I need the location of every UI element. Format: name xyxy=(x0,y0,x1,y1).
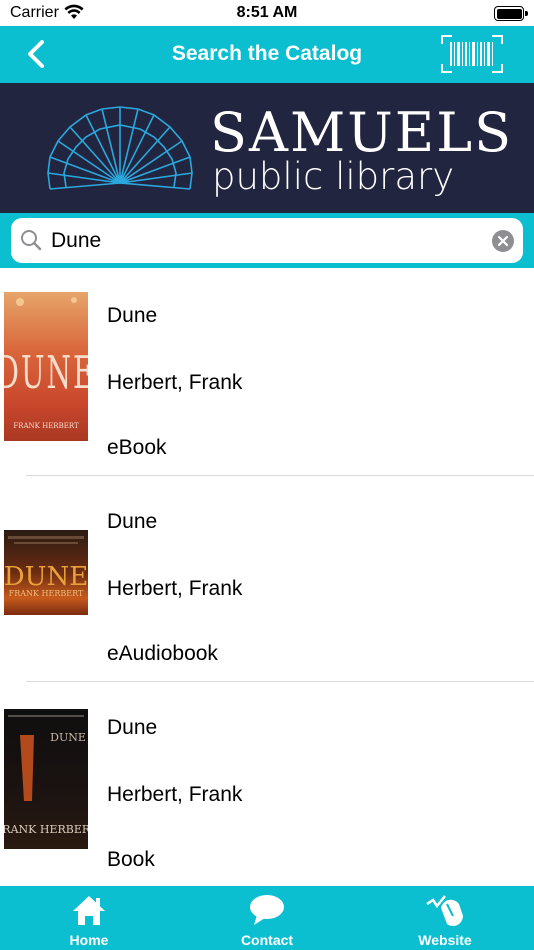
library-name: SAMUELS xyxy=(210,101,514,164)
result-format: eBook xyxy=(107,436,167,459)
status-time: 8:51 AM xyxy=(236,4,298,21)
chat-bubble-icon xyxy=(178,894,356,931)
svg-text:DUNE: DUNE xyxy=(4,562,88,592)
list-item[interactable]: DUNE FRANK HERBERT Dune Herbert, Frank e… xyxy=(0,268,534,476)
result-format: Book xyxy=(107,848,155,871)
clear-search-icon[interactable] xyxy=(492,230,514,252)
mouse-pointer-icon xyxy=(356,894,534,931)
svg-text:DUNE: DUNE xyxy=(4,346,88,399)
svg-text:FRANK HERBERT: FRANK HERBERT xyxy=(9,589,84,598)
svg-text:FRANK HERBERT: FRANK HERBERT xyxy=(4,823,88,836)
barcode-icon xyxy=(441,35,503,73)
result-title: Dune xyxy=(107,716,158,739)
library-banner: SAMUELS public library xyxy=(0,83,534,213)
library-subtitle: public library xyxy=(212,155,455,198)
search-bar xyxy=(0,213,534,268)
svg-text:FRANK HERBERT: FRANK HERBERT xyxy=(13,422,79,430)
result-author: Herbert, Frank xyxy=(107,783,243,806)
book-cover-image: DUNE FRANK HERBERT xyxy=(4,292,88,441)
battery-icon xyxy=(494,6,528,21)
result-title: Dune xyxy=(107,304,158,327)
search-icon xyxy=(20,229,42,256)
svg-text:DUNE: DUNE xyxy=(50,731,86,744)
tab-label: Contact xyxy=(240,932,294,948)
result-title: Dune xyxy=(107,510,158,533)
search-field[interactable] xyxy=(11,218,523,263)
tab-contact[interactable]: Contact xyxy=(178,886,356,950)
list-item[interactable]: DUNE FRANK HERBERT Dune Herbert, Frank e… xyxy=(0,474,534,682)
tab-home[interactable]: Home xyxy=(0,886,178,950)
book-cover-image: DUNE FRANK HERBERT xyxy=(4,530,88,615)
list-item[interactable]: DUNE FRANK HERBERT Dune Herbert, Frank B… xyxy=(0,680,534,886)
home-icon xyxy=(0,894,178,931)
navigation-bar: Search the Catalog xyxy=(0,26,534,83)
results-list: DUNE FRANK HERBERT Dune Herbert, Frank e… xyxy=(0,268,534,886)
tab-label: Home xyxy=(69,932,109,948)
tab-label: Website xyxy=(418,932,472,948)
result-author: Herbert, Frank xyxy=(107,371,243,394)
barcode-scan-button[interactable] xyxy=(440,34,504,74)
result-author: Herbert, Frank xyxy=(107,577,243,600)
library-logo-icon xyxy=(47,106,193,190)
tab-website[interactable]: Website xyxy=(356,886,534,950)
status-bar: Carrier 8:51 AM xyxy=(0,0,534,26)
result-format: eAudiobook xyxy=(107,642,218,665)
search-input[interactable] xyxy=(51,224,471,257)
book-cover-image: DUNE FRANK HERBERT xyxy=(4,709,88,849)
tab-bar: Home Contact Website xyxy=(0,886,534,950)
